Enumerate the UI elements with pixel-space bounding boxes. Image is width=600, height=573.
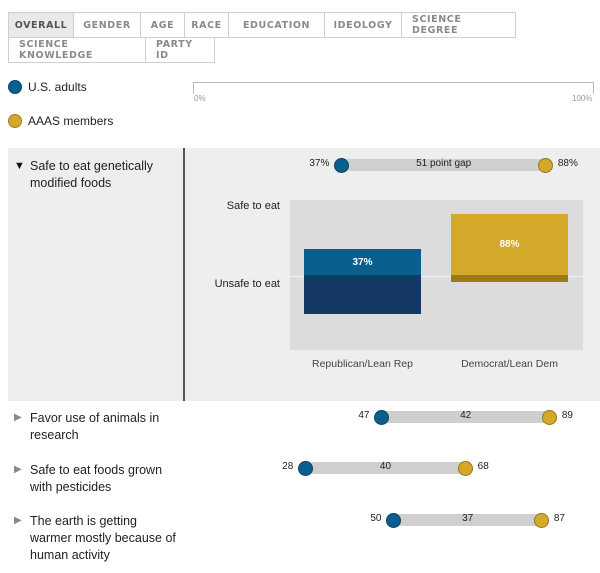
expanded-row-divider	[183, 148, 185, 401]
tab-race[interactable]: RACE	[184, 12, 229, 38]
gap-label: 40	[379, 461, 392, 472]
axis-max-label: 100%	[572, 94, 593, 103]
tab-row-2: SCIENCE KNOWLEDGE PARTY ID	[8, 37, 528, 63]
us-adults-value-label: 37%	[309, 158, 330, 169]
detail-ylabel-unsafe: Unsafe to eat	[214, 278, 280, 290]
expand-arrow-icon[interactable]: ▶	[14, 464, 22, 475]
expand-arrow-icon[interactable]: ▶	[14, 515, 22, 526]
gap-label: 51 point gap	[416, 158, 472, 169]
aaas-members-point	[534, 512, 550, 528]
tab-row-1: OVERALL GENDER AGE RACE EDUCATION IDEOLOGY SCI…	[8, 12, 528, 38]
tab-science-degree[interactable]: SCIENCE DEGREE	[401, 12, 516, 38]
tab-science-knowledge[interactable]: SCIENCE KNOWLEDGE	[8, 37, 146, 63]
us-adults-point	[386, 512, 401, 528]
expand-arrow-icon[interactable]: ▶	[14, 412, 22, 423]
aaas-members-value-label: 87	[553, 513, 565, 524]
aaas-members-point	[458, 460, 474, 476]
us-adults-value-label: 28	[282, 461, 294, 472]
legend-label-aaas-members: AAAS members	[28, 114, 114, 128]
tab-party-id[interactable]: PARTY ID	[145, 37, 215, 63]
question-label[interactable]: Safe to eat genetically modified foods	[30, 158, 180, 192]
aaas-members-value-label: 68	[477, 461, 489, 472]
us-adults-point	[373, 409, 389, 425]
aaas-members-value-label: 89	[561, 410, 573, 421]
tab-ideology[interactable]: IDEOLOGY	[324, 12, 402, 38]
us-adults-dot-icon	[8, 80, 22, 94]
legend-us-adults: U.S. adults	[8, 80, 87, 94]
detail-value-label: 37%	[352, 257, 373, 268]
us-adults-value-label: 47	[358, 410, 370, 421]
detail-ylabel-safe: Safe to eat	[226, 200, 280, 212]
aaas-members-point	[542, 409, 558, 425]
tab-education[interactable]: EDUCATION	[228, 12, 325, 38]
question-label[interactable]: Safe to eat foods grown with pesticides	[30, 462, 180, 496]
us-adults-point	[333, 157, 349, 173]
aaas-members-dot-icon	[8, 114, 22, 128]
tab-overall[interactable]: OVERALL	[8, 12, 74, 38]
gap-label: 37	[462, 513, 474, 524]
collapse-arrow-icon[interactable]: ▼	[14, 160, 25, 172]
question-label[interactable]: The earth is getting warmer mostly becau…	[30, 513, 180, 564]
us-adults-point	[297, 460, 313, 476]
aaas-members-point	[538, 157, 554, 173]
unsafe-segment-bar	[451, 275, 568, 282]
filter-tabs: OVERALL GENDER AGE RACE EDUCATION IDEOLOGY SCI…	[8, 12, 528, 63]
aaas-members-value-label: 88%	[557, 158, 578, 169]
x-axis	[193, 82, 594, 94]
unsafe-segment-bar	[304, 275, 421, 314]
us-adults-value-label: 50	[370, 513, 382, 524]
detail-category-label: Democrat/Lean Dem	[461, 358, 558, 370]
question-label[interactable]: Favor use of animals in research	[30, 410, 180, 444]
detail-value-label: 88%	[499, 239, 520, 250]
legend-aaas-members: AAAS members	[8, 114, 113, 128]
legend-label-us-adults: U.S. adults	[28, 80, 87, 94]
tab-age[interactable]: AGE	[140, 12, 185, 38]
axis-min-label: 0%	[194, 94, 206, 103]
tab-gender[interactable]: GENDER	[73, 12, 141, 38]
gap-label: 42	[460, 410, 472, 421]
